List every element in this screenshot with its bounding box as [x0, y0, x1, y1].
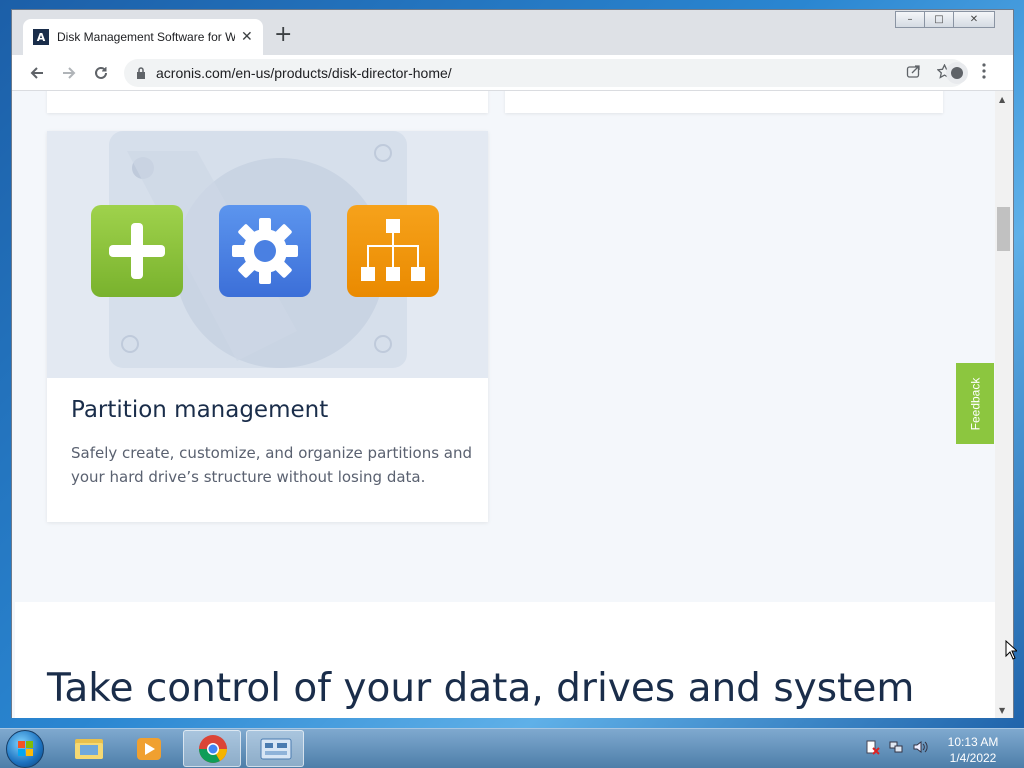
minimize-button[interactable]: –	[895, 11, 925, 28]
forward-button[interactable]	[57, 61, 81, 85]
forward-arrow-icon	[63, 67, 76, 79]
lock-icon[interactable]	[136, 67, 146, 79]
card-illustration	[47, 131, 488, 378]
browser-toolbar: acronis.com/en-us/products/disk-director…	[12, 55, 1013, 91]
scroll-down-arrow-icon[interactable]: ▼	[999, 706, 1005, 715]
mouse-cursor-icon	[1005, 640, 1017, 660]
network-icon[interactable]	[888, 739, 904, 755]
windows-logo-icon	[18, 741, 33, 756]
tab-title: Disk Management Software for W	[57, 30, 235, 44]
window-controls: – □ ✕	[895, 11, 995, 28]
more-menu-icon[interactable]	[982, 63, 986, 79]
clock-date: 1/4/2022	[949, 751, 997, 765]
volume-icon[interactable]	[912, 739, 928, 755]
system-tray	[864, 739, 928, 755]
feature-card-partition-management: Partition management Safely create, cust…	[47, 131, 488, 522]
partition-structure-icon	[347, 205, 439, 297]
card-title: Partition management	[71, 397, 329, 423]
reload-icon	[95, 66, 107, 79]
tab-strip: A Disk Management Software for W ✕ + – □…	[12, 10, 1013, 55]
add-partition-icon	[91, 205, 183, 297]
url-text[interactable]: acronis.com/en-us/products/disk-director…	[156, 65, 452, 81]
settings-gear-icon	[219, 205, 311, 297]
profile-avatar-icon[interactable]	[946, 62, 968, 84]
address-bar[interactable]: acronis.com/en-us/products/disk-director…	[124, 59, 966, 87]
card-description: Safely create, customize, and organize p…	[71, 444, 473, 486]
share-icon[interactable]	[906, 64, 921, 79]
new-tab-button[interactable]: +	[274, 24, 292, 46]
clock-time: 10:13 AM	[947, 735, 999, 749]
back-button[interactable]	[25, 61, 49, 85]
feedback-button[interactable]: Feedback	[956, 363, 994, 444]
control-panel-taskbar-icon[interactable]	[246, 730, 304, 767]
back-arrow-icon	[30, 67, 43, 79]
scroll-thumb[interactable]	[997, 207, 1010, 251]
feedback-label: Feedback	[968, 377, 983, 430]
chrome-taskbar-icon[interactable]	[183, 730, 241, 767]
close-window-button[interactable]: ✕	[953, 11, 995, 28]
maximize-button[interactable]: □	[924, 11, 954, 28]
page-content: Partition management Safely create, cust…	[12, 91, 995, 718]
windows-taskbar: 10:13 AM 1/4/2022	[0, 728, 1024, 768]
start-button[interactable]	[6, 730, 44, 768]
scroll-up-arrow-icon[interactable]: ▲	[999, 95, 1005, 104]
previous-card-bottom	[47, 91, 488, 113]
browser-window: A Disk Management Software for W ✕ + – □…	[11, 9, 1014, 718]
explorer-taskbar-icon[interactable]	[60, 730, 118, 767]
action-center-icon[interactable]	[864, 739, 880, 755]
section-heading: Take control of your data, drives and sy…	[47, 666, 915, 711]
acronis-favicon-icon: A	[33, 29, 49, 45]
tab-close-icon[interactable]: ✕	[241, 29, 253, 45]
browser-tab[interactable]: A Disk Management Software for W ✕	[23, 19, 263, 55]
media-player-taskbar-icon[interactable]	[120, 730, 178, 767]
previous-card-bottom	[505, 91, 943, 113]
system-clock[interactable]: 10:13 AM 1/4/2022	[940, 734, 1006, 766]
reload-button[interactable]	[89, 61, 113, 85]
vertical-scrollbar[interactable]: ▲ ▼	[995, 91, 1013, 718]
